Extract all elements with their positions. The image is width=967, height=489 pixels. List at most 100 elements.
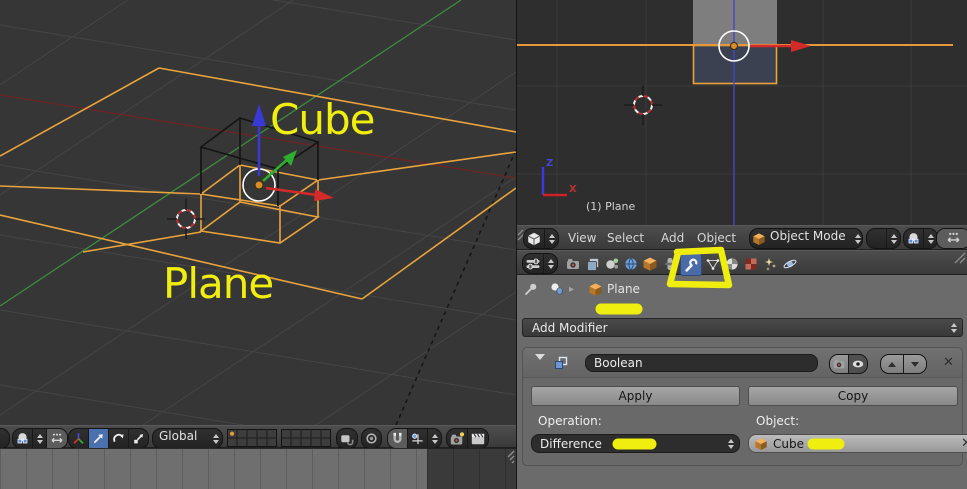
orientation-arrows	[209, 429, 222, 448]
pin-icon[interactable]	[523, 281, 539, 297]
render-visibility-group	[829, 354, 868, 374]
cube-below-plane[interactable]	[692, 44, 778, 85]
operation-dropdown[interactable]: Difference	[531, 434, 740, 453]
snap-element-select[interactable]	[407, 429, 427, 448]
pivot-point-arrows[interactable]	[32, 429, 46, 448]
layers-grid-2[interactable]	[281, 429, 331, 447]
tab-world[interactable]	[621, 253, 641, 274]
rotate-manipulator-button[interactable]	[108, 429, 128, 448]
grid-floor	[0, 0, 517, 489]
shading-arrows	[886, 229, 900, 248]
tab-render[interactable]	[563, 253, 583, 274]
cube-above-plane[interactable]	[693, 0, 777, 45]
snap-magnet-toggle[interactable]	[388, 429, 407, 448]
modifier-reorder-group	[880, 354, 927, 374]
properties-editor-icon	[523, 254, 543, 273]
blender-window: Cube Plane Global Z X (1) Plane View Sel…	[0, 0, 967, 489]
viewport-shading-select[interactable]	[866, 228, 901, 249]
editor-type-button-partial[interactable]	[0, 428, 10, 449]
layers-grid-1[interactable]	[227, 429, 277, 447]
modifier-name-value: Boolean	[594, 356, 643, 370]
modifier-type-icon	[553, 355, 569, 371]
shading-sphere-icon	[867, 229, 886, 248]
opengl-render-animation-button[interactable]	[467, 429, 488, 448]
add-modifier-label: Add Modifier	[532, 320, 608, 335]
move-modifier-up-button[interactable]	[881, 355, 903, 373]
copy-button[interactable]: Copy	[748, 386, 958, 406]
tab-physics[interactable]	[780, 253, 800, 274]
render-toggle-camera-icon[interactable]	[830, 355, 848, 373]
add-modifier-arrows	[949, 322, 958, 333]
manipulator-z-arrow[interactable]	[252, 104, 266, 126]
tab-render-layers[interactable]	[583, 253, 603, 274]
editor-type-3d-view-icon	[524, 229, 544, 248]
move-modifier-down-button[interactable]	[903, 355, 926, 373]
gizmo-x-label: X	[569, 184, 577, 195]
pivot-point-select-front[interactable]	[903, 228, 938, 249]
manipulator-x-arrow-front[interactable]	[791, 40, 811, 52]
editor-type-select-3dview[interactable]	[523, 228, 559, 249]
translate-manipulator-button[interactable]	[88, 429, 108, 448]
apply-button[interactable]: Apply	[531, 386, 740, 406]
operation-arrows	[726, 438, 735, 449]
pivot-group	[12, 428, 68, 449]
manipulator-widget-toggle-front[interactable]	[936, 228, 967, 249]
editor-type-select-properties[interactable]	[522, 253, 558, 274]
scene-front	[517, 0, 967, 225]
tab-texture[interactable]	[741, 253, 761, 274]
snap-group	[387, 428, 442, 449]
object-field[interactable]: Cube ✕	[748, 434, 967, 453]
modifier-name-field[interactable]: Boolean	[585, 354, 818, 372]
tab-constraints[interactable]	[660, 253, 680, 274]
manipulator-buttons	[68, 428, 149, 449]
tab-particles[interactable]	[760, 253, 780, 274]
manipulator-widget-toggle[interactable]	[46, 429, 67, 448]
properties-header	[517, 250, 967, 276]
cube-annotation-label: Cube	[270, 95, 375, 144]
object-cube-icon	[588, 282, 603, 297]
mode-select[interactable]: Object Mode	[749, 228, 863, 249]
viewport-3d-perspective[interactable]: Cube Plane	[0, 0, 517, 489]
menu-add[interactable]: Add	[661, 226, 684, 250]
menu-view[interactable]: View	[568, 226, 596, 250]
breadcrumb: ▸ Plane	[523, 281, 640, 297]
expand-triangle-icon[interactable]	[535, 354, 545, 379]
operation-label: Operation:	[538, 414, 602, 428]
menu-object[interactable]: Object	[697, 226, 736, 250]
proportional-edit-button[interactable]	[361, 428, 382, 449]
scale-manipulator-button[interactable]	[128, 429, 148, 448]
viewport-front-ortho[interactable]: Z X (1) Plane	[517, 0, 967, 225]
mode-value: Object Mode	[770, 229, 846, 243]
menu-select[interactable]: Select	[607, 226, 644, 250]
transform-orientation-select[interactable]: Global	[152, 428, 223, 449]
tab-object-data[interactable]	[703, 253, 723, 274]
orientation-value: Global	[159, 429, 198, 443]
object-cube-icon-small	[754, 437, 768, 451]
object-info-text: (1) Plane	[586, 200, 636, 213]
add-modifier-dropdown[interactable]: Add Modifier	[522, 318, 963, 337]
viewport-front-header: View Select Add Object Object Mode	[517, 225, 967, 250]
delete-modifier-button[interactable]: ✕	[943, 355, 954, 370]
tab-object[interactable]	[640, 253, 660, 274]
snap-element-arrows[interactable]	[427, 429, 441, 448]
clear-object-button[interactable]: ✕	[961, 436, 967, 451]
viewport-visibility-eye-icon[interactable]	[848, 355, 867, 373]
pivot-point-select[interactable]	[13, 429, 32, 448]
tab-material[interactable]	[722, 253, 742, 274]
datablock-icon[interactable]	[549, 281, 565, 297]
axis-tripod-icon[interactable]	[69, 429, 88, 448]
object-mode-cube-icon	[750, 229, 768, 248]
active-layer-dot	[229, 431, 235, 436]
lock-to-scene-button[interactable]	[336, 428, 358, 449]
area-resize-grip[interactable]	[498, 449, 515, 466]
camera-border-dashed	[395, 149, 517, 426]
cursor-3d-front[interactable]	[624, 85, 662, 125]
area-divider[interactable]	[516, 0, 517, 489]
tab-modifiers[interactable]	[680, 253, 702, 276]
opengl-render-button[interactable]	[447, 429, 467, 448]
scene-perspective	[0, 0, 517, 489]
breadcrumb-separator: ▸	[569, 283, 575, 295]
area-corner-grip-props[interactable]	[952, 252, 966, 266]
tab-scene[interactable]	[602, 253, 622, 274]
breadcrumb-object-name[interactable]: Plane	[607, 282, 640, 296]
